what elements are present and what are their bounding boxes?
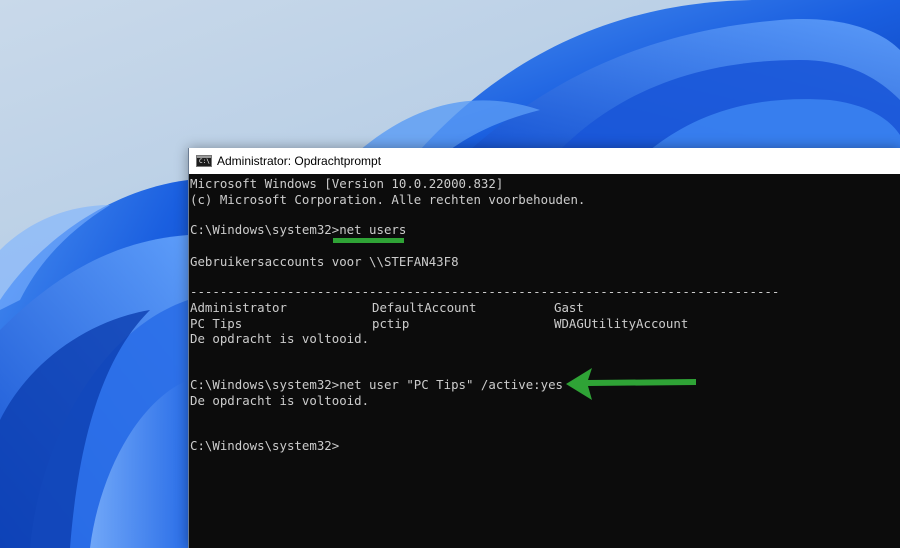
- command-prompt-window[interactable]: C:\ Administrator: Opdrachtprompt Micros…: [188, 148, 900, 548]
- window-title: Administrator: Opdrachtprompt: [217, 154, 382, 168]
- current-prompt: C:\Windows\system32>: [190, 438, 340, 453]
- copyright-line: (c) Microsoft Corporation. Alle rechten …: [190, 192, 586, 207]
- version-line: Microsoft Windows [Version 10.0.22000.83…: [190, 176, 504, 191]
- account-name: PC Tips: [190, 316, 243, 331]
- account-name: Administrator: [190, 300, 287, 315]
- cmd-icon: C:\: [196, 155, 212, 167]
- account-name: DefaultAccount: [372, 300, 477, 315]
- highlight-underline: [333, 238, 404, 243]
- separator-line: ----------------------------------------…: [190, 284, 780, 299]
- account-name: pctip: [372, 316, 410, 331]
- highlight-arrow-icon: [566, 368, 696, 400]
- prompt-net-users: C:\Windows\system32>net users: [190, 222, 407, 237]
- account-name: Gast: [554, 300, 584, 315]
- command-complete-message: De opdracht is voltooid.: [190, 393, 370, 408]
- command-complete-message: De opdracht is voltooid.: [190, 331, 370, 346]
- console-output[interactable]: Microsoft Windows [Version 10.0.22000.83…: [189, 174, 900, 548]
- title-bar[interactable]: C:\ Administrator: Opdrachtprompt: [189, 148, 900, 174]
- cmd-icon-glyph: C:\: [199, 158, 210, 165]
- account-name: WDAGUtilityAccount: [554, 316, 689, 331]
- accounts-header: Gebruikersaccounts voor \\STEFAN43F8: [190, 254, 459, 269]
- prompt-net-user-active: C:\Windows\system32>net user "PC Tips" /…: [190, 377, 563, 392]
